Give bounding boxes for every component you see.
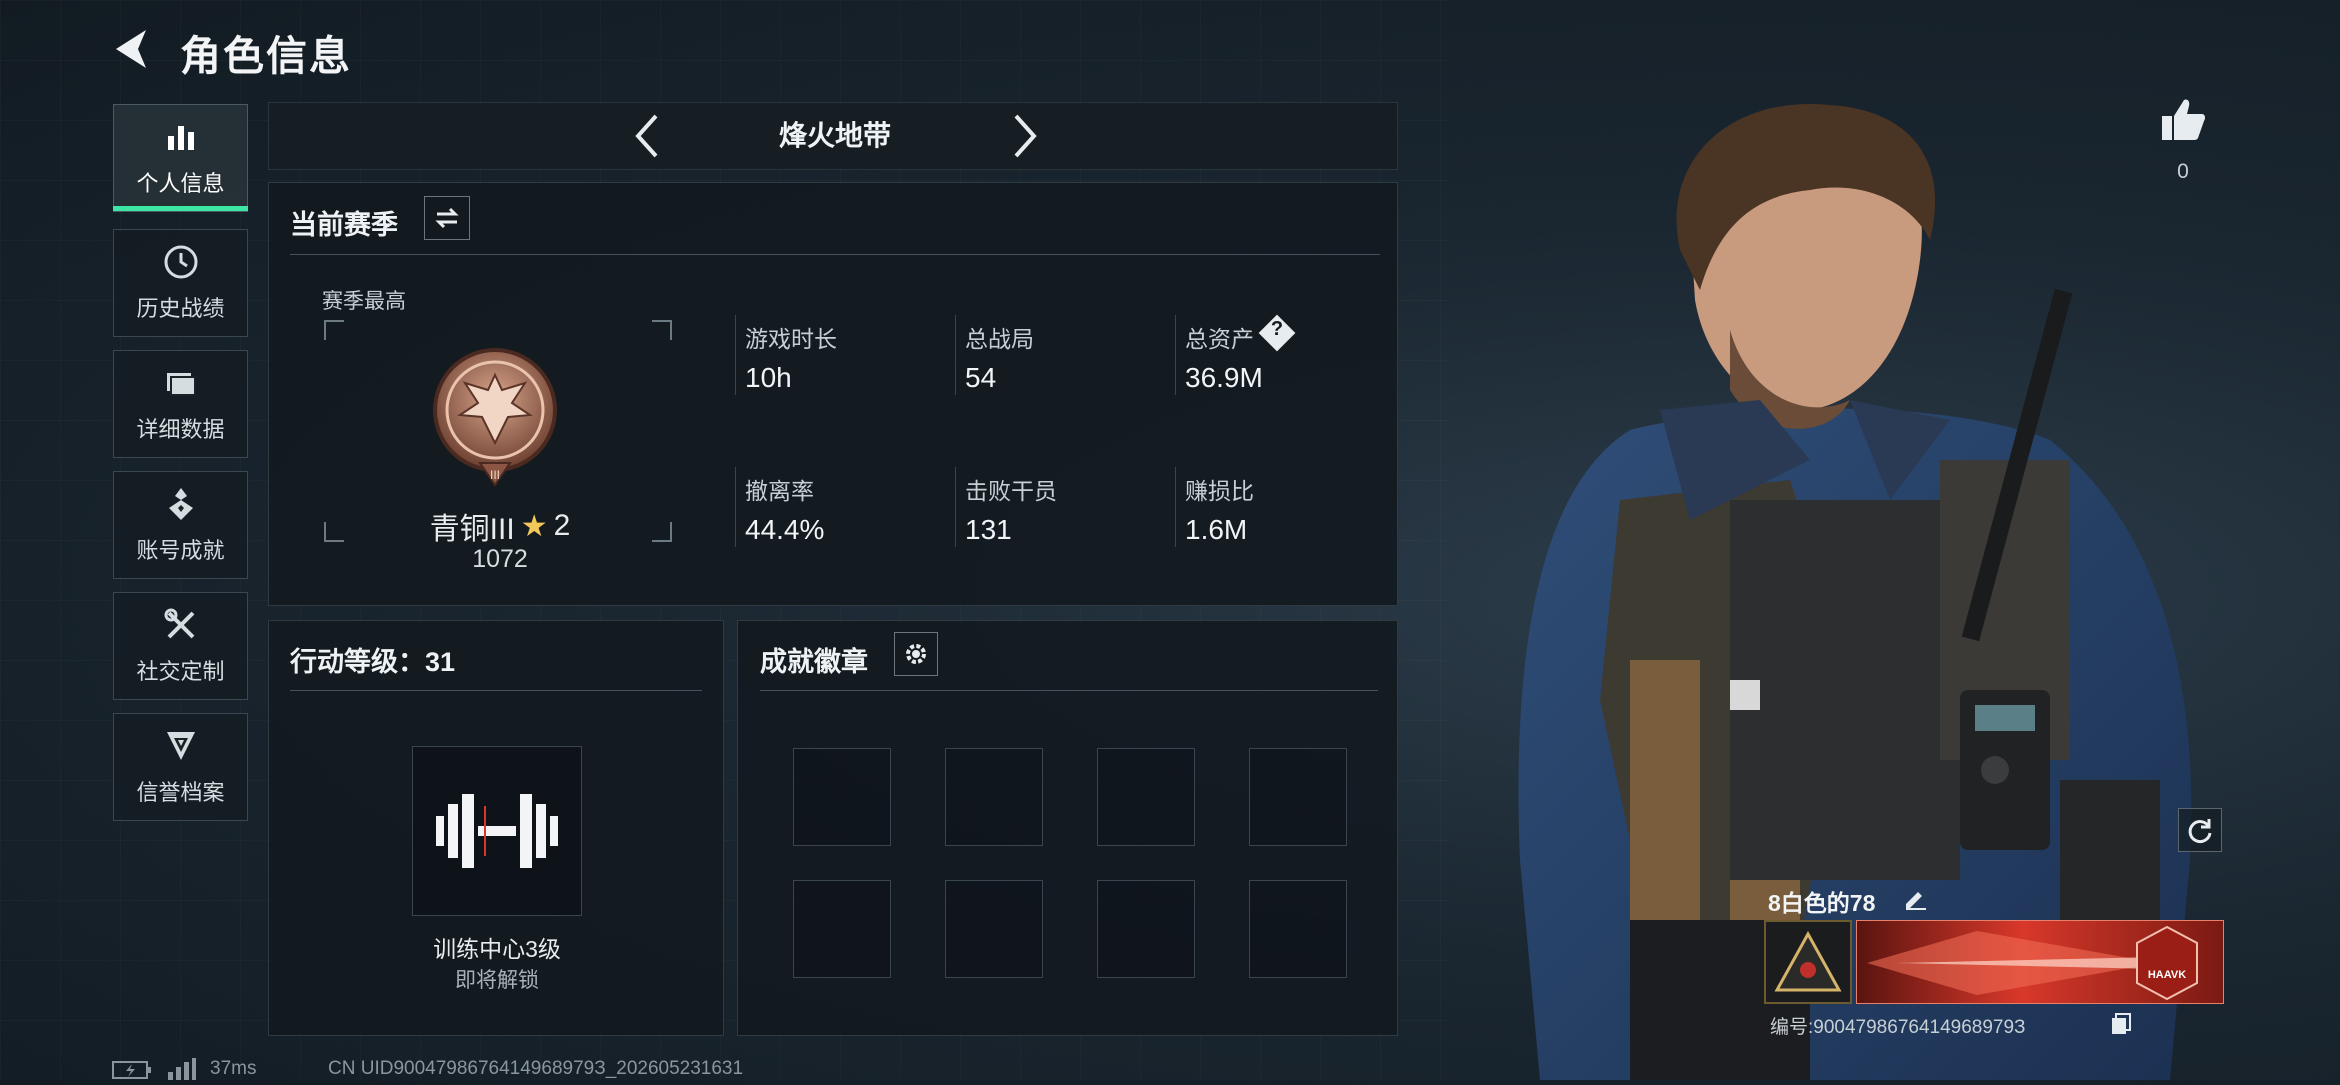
player-name: 8白色的78 xyxy=(1768,890,1876,916)
player-id: 编号:9004798676414968979З xyxy=(1770,1017,2026,1038)
rank-points: 1072 xyxy=(472,545,528,573)
sidebar-item-detailed-data[interactable]: 详细数据 xyxy=(113,350,248,458)
stat-value-matches: 54 xyxy=(965,362,997,393)
badges-divider xyxy=(760,690,1378,691)
gear-icon xyxy=(906,644,926,664)
rotate-icon xyxy=(2188,819,2212,843)
rotate-model-button[interactable] xyxy=(2178,808,2222,852)
season-switch-button[interactable] xyxy=(424,196,470,240)
level-item-status: 即将解锁 xyxy=(455,969,539,992)
stat-divider xyxy=(1175,315,1176,395)
folder-icon xyxy=(162,364,200,402)
sidebar-item-achievements[interactable]: 账号成就 xyxy=(113,471,248,579)
player-name-card[interactable]: HAAVK xyxy=(1856,920,2224,1004)
prev-mode-chevron-left-icon[interactable] xyxy=(628,112,668,165)
stat-value-extract-rate: 44.4% xyxy=(745,514,825,545)
help-icon[interactable]: ? xyxy=(1264,318,1290,341)
dumbbell-icon xyxy=(436,794,558,868)
shield-icon xyxy=(162,727,200,765)
bar-chart-icon xyxy=(162,118,200,156)
frame-corner xyxy=(652,320,672,340)
swap-icon xyxy=(435,207,459,229)
stat-label-extract-rate: 撤离率 xyxy=(745,478,814,504)
sidebar-item-label: 历史战绩 xyxy=(136,296,225,321)
stat-divider xyxy=(955,315,956,395)
uid-readout: CN UID9004798676414968979З_202605231631 xyxy=(328,1058,744,1079)
badge-slot[interactable] xyxy=(945,880,1043,978)
like-count: 0 xyxy=(2177,160,2189,183)
season-best-label: 赛季最高 xyxy=(322,290,406,313)
season-title: 当前赛季 xyxy=(290,210,398,240)
stat-divider xyxy=(735,467,736,547)
tools-icon xyxy=(162,606,200,644)
badges-settings-button[interactable] xyxy=(894,632,938,676)
badge-slot[interactable] xyxy=(1249,880,1347,978)
frame-corner xyxy=(324,320,344,340)
mode-title: 烽火地带 xyxy=(778,120,891,151)
thumbs-up-icon[interactable] xyxy=(2160,96,2206,147)
medal-icon xyxy=(162,485,200,523)
stat-label-playtime: 游戏时长 xyxy=(745,326,837,352)
next-mode-chevron-right-icon[interactable] xyxy=(1004,112,1044,165)
rank-name: 青铜III xyxy=(429,513,515,546)
star-icon: ★ xyxy=(520,509,548,543)
copy-icon[interactable] xyxy=(2110,1012,2132,1041)
sidebar-item-label: 详细数据 xyxy=(136,417,225,442)
season-divider xyxy=(290,254,1380,255)
sidebar-item-reputation[interactable]: 信誉档案 xyxy=(113,713,248,821)
stat-label-profit-ratio: 赚损比 xyxy=(1185,478,1254,504)
stat-value-assets: 36.9M xyxy=(1185,362,1263,393)
badge-slot[interactable] xyxy=(1097,880,1195,978)
ping-readout: 37ms xyxy=(210,1058,257,1079)
badge-slot[interactable] xyxy=(793,748,891,846)
level-title: 行动等级：31 xyxy=(290,647,456,677)
training-center-tile[interactable] xyxy=(412,746,582,916)
stat-divider xyxy=(735,315,736,395)
rank-title: 青铜III ★ 2 xyxy=(420,504,580,548)
card-brand: HAAVK xyxy=(2147,969,2187,981)
player-emblem-icon[interactable] xyxy=(1764,920,1852,1004)
badge-slot[interactable] xyxy=(793,880,891,978)
frame-corner xyxy=(324,522,344,542)
frame-corner xyxy=(652,522,672,542)
clock-icon xyxy=(162,243,200,281)
stat-label-assets: 总资产 xyxy=(1185,326,1254,352)
badge-slot[interactable] xyxy=(945,748,1043,846)
sidebar-item-label: 个人信息 xyxy=(136,171,225,196)
stat-value-kills: 131 xyxy=(965,514,1012,545)
battery-icon xyxy=(112,1060,152,1085)
back-arrow-icon[interactable] xyxy=(108,24,158,74)
svg-text:III: III xyxy=(490,468,500,482)
sidebar-item-label: 信誉档案 xyxy=(136,780,225,805)
badges-title: 成就徽章 xyxy=(760,647,868,677)
edit-name-pencil-icon[interactable] xyxy=(1902,884,1928,915)
badge-slot[interactable] xyxy=(1097,748,1195,846)
sidebar-item-label: 账号成就 xyxy=(136,538,225,563)
sidebar-item-label: 社交定制 xyxy=(136,659,225,684)
badge-slot[interactable] xyxy=(1249,748,1347,846)
page-title: 角色信息 xyxy=(180,33,352,79)
stat-label-kills: 击败干员 xyxy=(965,478,1057,504)
stat-value-profit-ratio: 1.6M xyxy=(1185,514,1248,545)
bronze-rank-emblem-icon: III xyxy=(430,345,560,500)
sidebar-item-social[interactable]: 社交定制 xyxy=(113,592,248,700)
stat-divider xyxy=(955,467,956,547)
signal-icon xyxy=(166,1058,196,1085)
level-divider xyxy=(290,690,702,691)
stat-divider xyxy=(1175,467,1176,547)
stat-value-playtime: 10h xyxy=(745,362,792,393)
active-tab-indicator xyxy=(113,206,248,211)
sidebar-item-history[interactable]: 历史战绩 xyxy=(113,229,248,337)
sidebar-item-personal-info[interactable]: 个人信息 xyxy=(113,104,248,212)
stat-label-matches: 总战局 xyxy=(965,326,1034,352)
rank-stars: 2 xyxy=(553,509,571,542)
level-item-name: 训练中心3级 xyxy=(433,936,561,962)
